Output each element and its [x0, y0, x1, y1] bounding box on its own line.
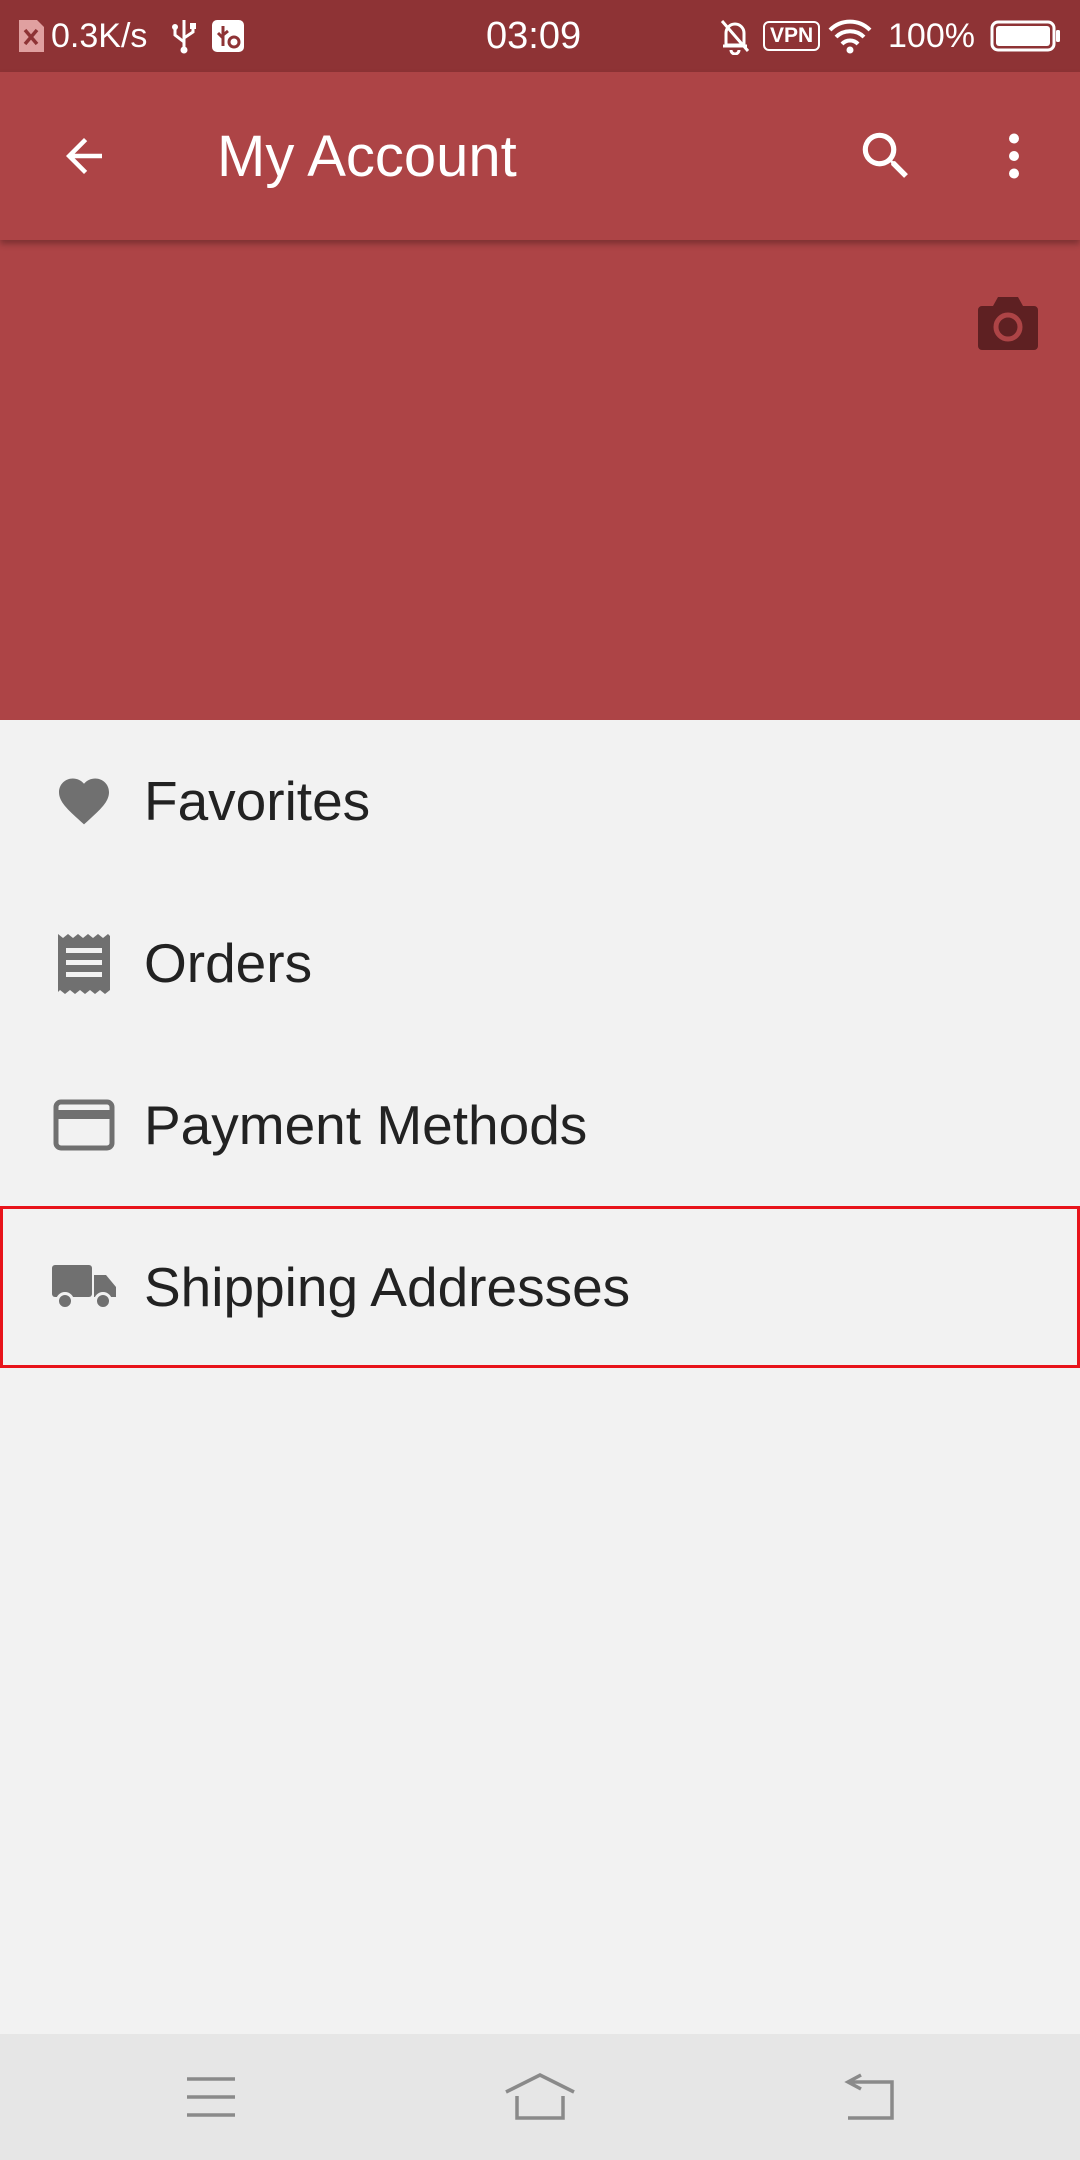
home-icon — [505, 2073, 575, 2120]
change-photo-button[interactable] — [970, 288, 1046, 358]
back-nav-button[interactable] — [810, 2034, 930, 2160]
recents-button[interactable] — [151, 2034, 271, 2160]
net-speed: 0.3K/s — [51, 16, 148, 55]
status-bar: 0.3K/s 03:09 VPN 100% — [0, 0, 1080, 72]
battery-percent: 100% — [888, 16, 975, 55]
menu-item-shipping-addresses[interactable]: Shipping Addresses — [0, 1206, 1080, 1368]
heart-icon — [48, 765, 120, 837]
vpn-label: VPN — [763, 21, 821, 51]
back-icon — [844, 2073, 894, 2120]
receipt-icon — [48, 927, 120, 999]
search-icon — [862, 132, 908, 178]
profile-header — [0, 240, 1080, 720]
vpn-icon: VPN — [763, 0, 821, 72]
wifi-icon — [828, 0, 872, 72]
back-arrow-icon — [66, 138, 102, 174]
app-bar: My Account — [0, 72, 1080, 240]
usb-icon — [170, 0, 198, 72]
account-menu: Favorites Orders Payment Methods Shippin… — [0, 720, 1080, 1368]
camera-icon — [978, 297, 1038, 350]
more-options-button[interactable] — [974, 116, 1054, 196]
menu-item-payment-methods[interactable]: Payment Methods — [0, 1044, 1080, 1206]
credit-card-icon — [48, 1089, 120, 1161]
screen: 0.3K/s 03:09 VPN 100% My Account Favorit… — [0, 0, 1080, 2160]
page-title: My Account — [217, 123, 517, 189]
menu-item-favorites[interactable]: Favorites — [0, 720, 1080, 882]
menu-item-label: Orders — [144, 932, 313, 994]
menu-icon — [187, 2077, 235, 2117]
menu-item-label: Shipping Addresses — [144, 1256, 631, 1318]
search-button[interactable] — [846, 116, 926, 196]
back-button[interactable] — [44, 116, 124, 196]
system-nav-bar — [0, 2034, 1080, 2160]
sim-error-icon — [16, 0, 46, 72]
menu-item-label: Favorites — [144, 770, 371, 832]
menu-item-orders[interactable]: Orders — [0, 882, 1080, 1044]
home-button[interactable] — [480, 2034, 600, 2160]
clock: 03:09 — [486, 14, 582, 57]
battery-icon — [990, 0, 1062, 72]
bell-off-icon — [718, 0, 752, 72]
more-vert-icon — [1009, 133, 1019, 179]
truck-icon — [48, 1251, 120, 1323]
usb-debug-icon — [210, 0, 246, 72]
menu-item-label: Payment Methods — [144, 1094, 588, 1156]
